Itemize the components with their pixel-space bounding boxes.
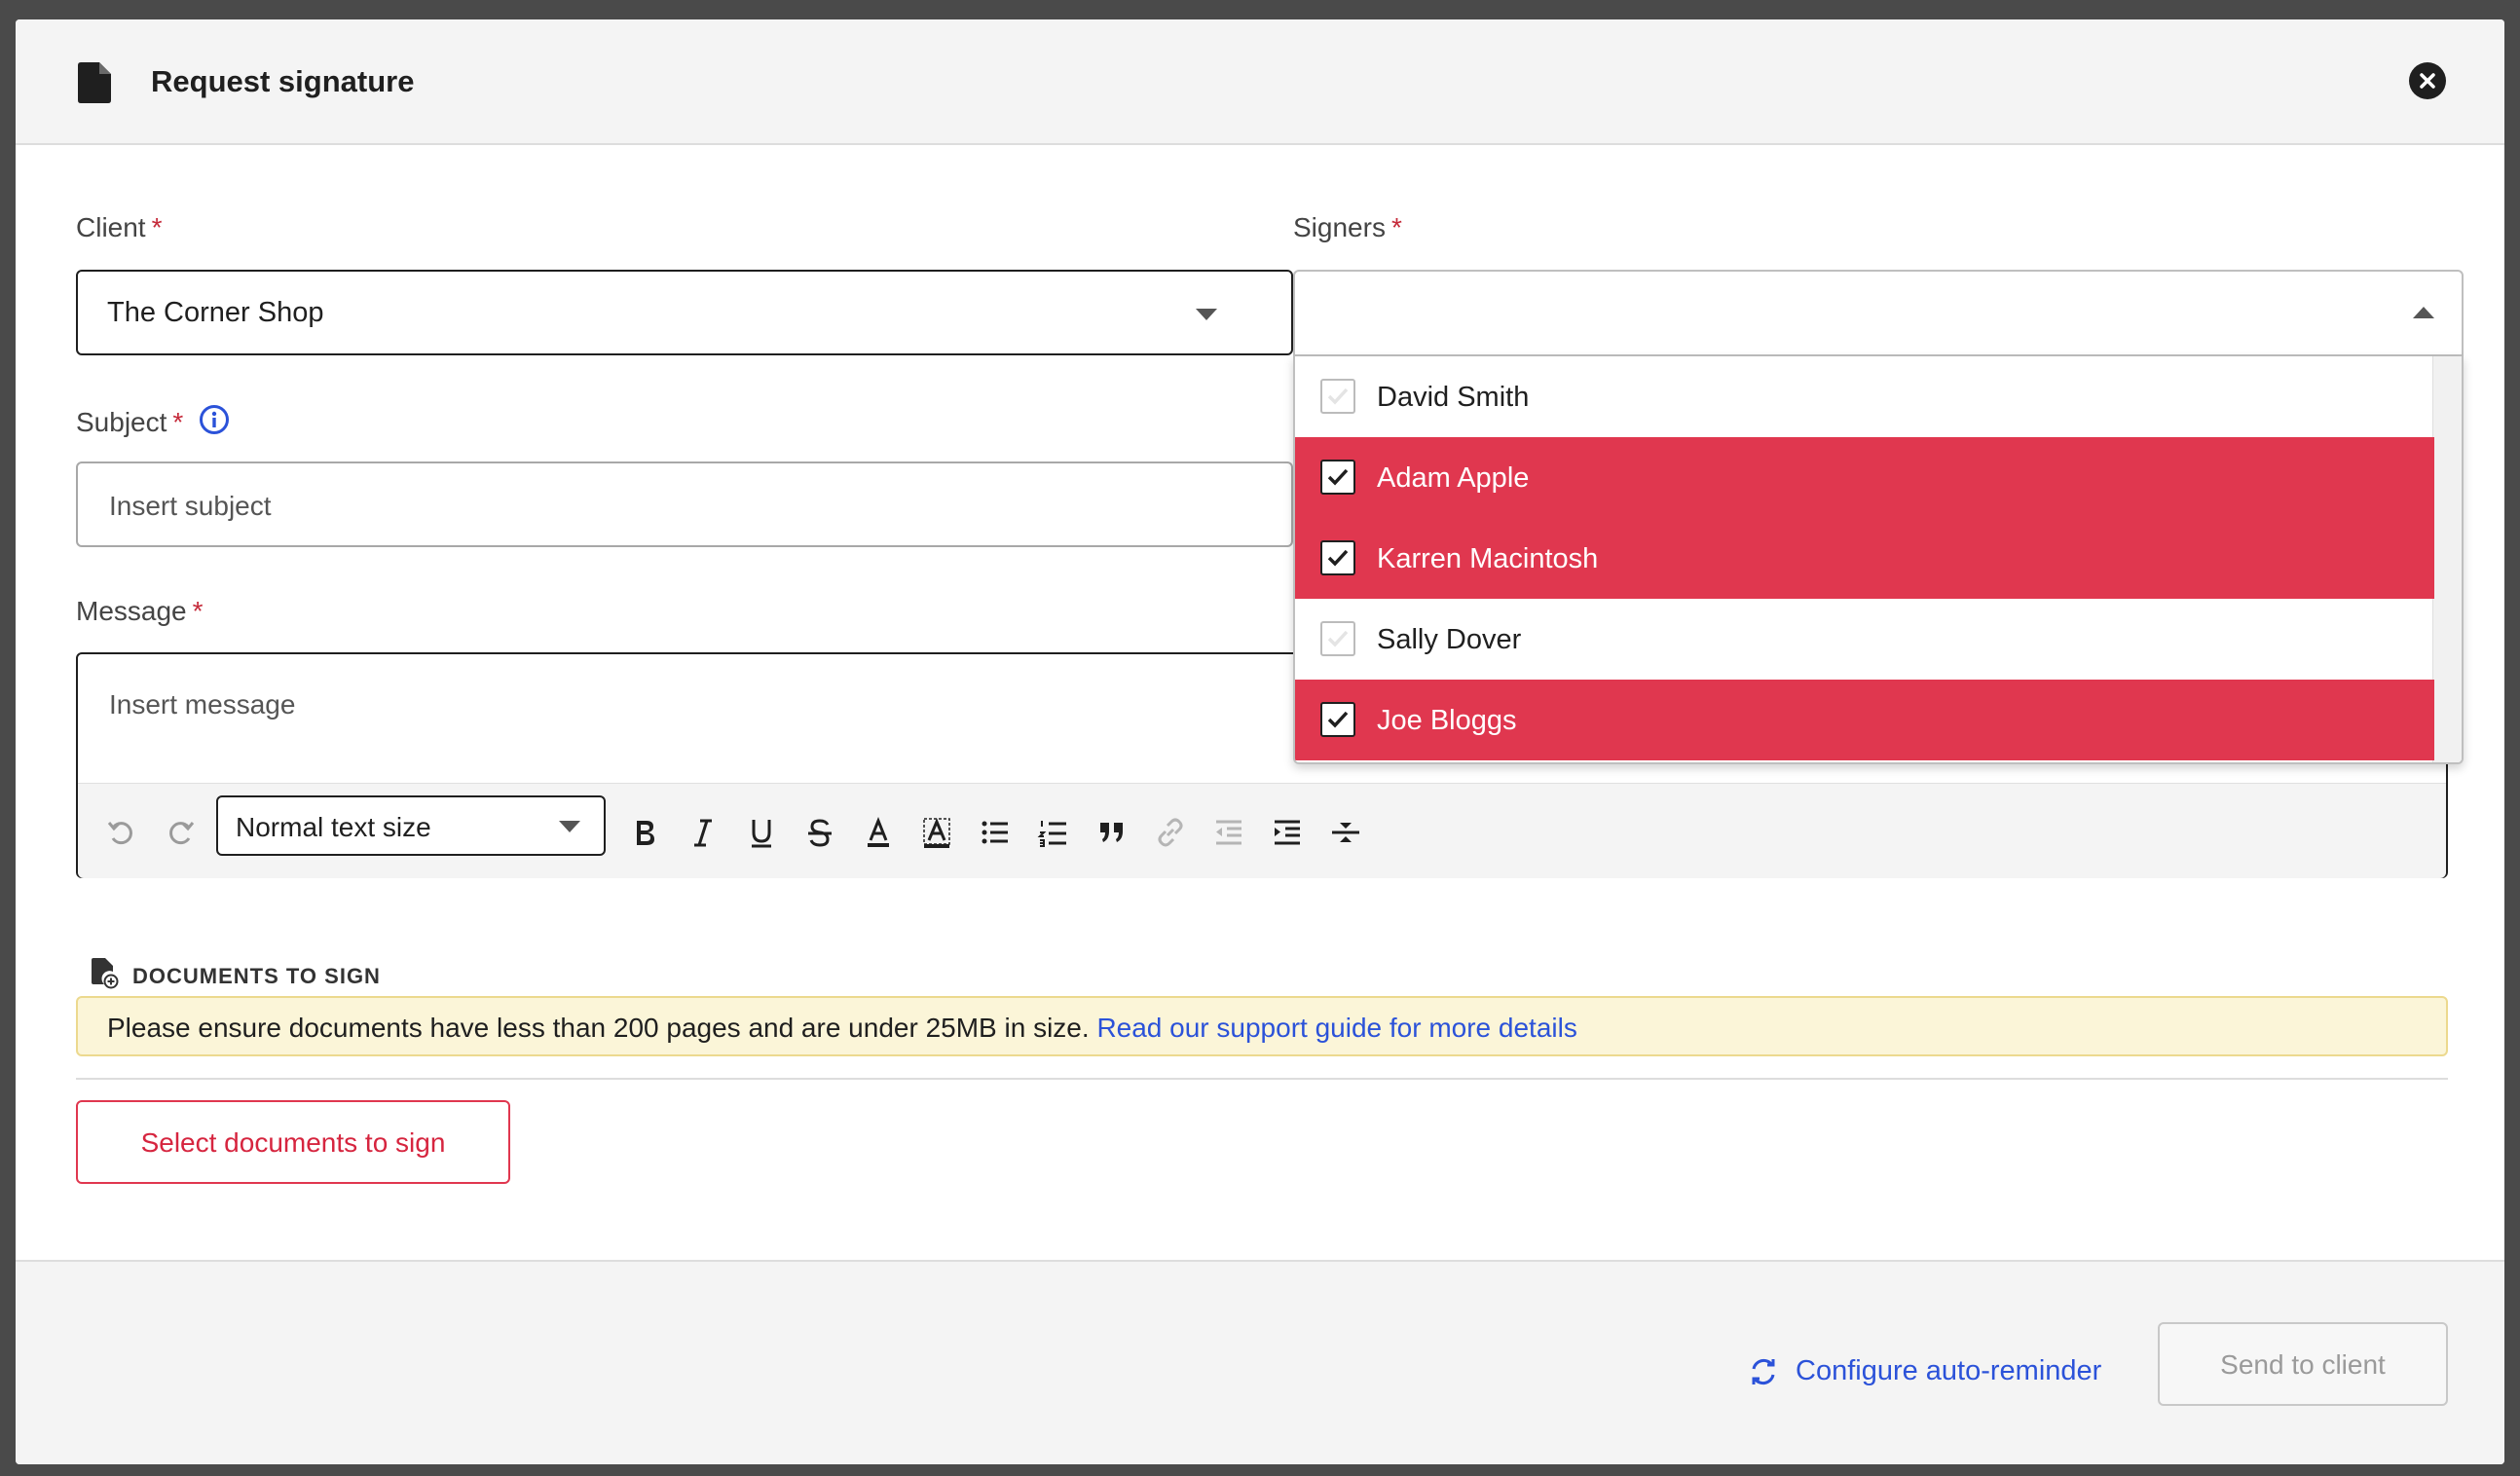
editor-toolbar: Normal text size	[78, 783, 2446, 878]
info-icon[interactable]	[199, 404, 230, 442]
message-label: Message *	[76, 596, 204, 626]
subject-placeholder: Insert subject	[109, 491, 272, 521]
numbered-list-icon[interactable]	[1034, 813, 1073, 852]
italic-icon[interactable]	[684, 813, 723, 852]
signer-option[interactable]: David Smith	[1295, 356, 2434, 437]
horizontal-rule-icon[interactable]	[1326, 813, 1365, 852]
documents-section-title: DOCUMENTS TO SIGN	[132, 964, 381, 988]
quote-icon[interactable]	[1093, 813, 1131, 852]
select-documents-button[interactable]: Select documents to sign	[76, 1100, 510, 1184]
document-icon	[78, 62, 111, 103]
indent-icon[interactable]	[1268, 813, 1307, 852]
required-mark: *	[192, 596, 204, 626]
outdent-icon[interactable]	[1209, 813, 1248, 852]
client-label: Client *	[76, 212, 163, 242]
bullet-list-icon[interactable]	[976, 813, 1015, 852]
configure-auto-reminder-link[interactable]: Configure auto-reminder	[1796, 1355, 2101, 1387]
check-icon	[1327, 630, 1349, 647]
required-mark: *	[151, 212, 163, 242]
bold-icon[interactable]	[625, 813, 664, 852]
client-select[interactable]: The Corner Shop	[76, 270, 1293, 355]
signer-option[interactable]: Karren Macintosh	[1295, 518, 2434, 599]
close-icon	[2420, 73, 2435, 89]
signer-option[interactable]: Sally Dover	[1295, 599, 2434, 680]
required-mark: *	[172, 407, 184, 437]
underline-icon[interactable]	[742, 813, 781, 852]
checkbox-checked[interactable]	[1320, 540, 1355, 575]
check-icon	[1327, 549, 1349, 567]
support-guide-link[interactable]: Read our support guide for more details	[1096, 1013, 1576, 1043]
chevron-down-icon	[559, 821, 580, 832]
text-size-select[interactable]: Normal text size	[216, 795, 606, 856]
strikethrough-icon[interactable]	[800, 813, 839, 852]
send-to-client-button[interactable]: Send to client	[2158, 1322, 2448, 1406]
redo-icon[interactable]	[162, 813, 201, 852]
chevron-down-icon	[1196, 309, 1217, 320]
request-signature-modal: Request signature Client * The Corner Sho…	[16, 19, 2504, 1464]
signer-option[interactable]: Joe Bloggs	[1295, 680, 2434, 760]
modal-footer: Configure auto-reminder Send to client	[16, 1260, 2504, 1464]
signers-select[interactable]	[1293, 270, 2464, 356]
undo-icon[interactable]	[101, 813, 140, 852]
modal-header: Request signature	[16, 19, 2504, 145]
text-color-icon[interactable]	[859, 813, 898, 852]
subject-label: Subject *	[76, 404, 230, 442]
link-icon[interactable]	[1151, 813, 1190, 852]
client-select-value: The Corner Shop	[107, 297, 324, 328]
close-button[interactable]	[2409, 62, 2446, 99]
signer-option-label: David Smith	[1377, 382, 1530, 413]
divider	[76, 1078, 2448, 1080]
required-mark: *	[1390, 212, 1402, 242]
signers-dropdown-list: David Smith Adam Apple Karren Macintosh Sal…	[1293, 356, 2464, 764]
signer-option-label: Karren Macintosh	[1377, 543, 1599, 574]
notice-text: Please ensure documents have less than 2…	[107, 1013, 1090, 1043]
subject-input[interactable]: Insert subject	[76, 461, 1293, 547]
checkbox-unchecked[interactable]	[1320, 621, 1355, 656]
message-placeholder: Insert message	[109, 689, 296, 720]
signer-option[interactable]: Adam Apple	[1295, 437, 2434, 518]
checkbox-checked[interactable]	[1320, 460, 1355, 495]
check-icon	[1327, 711, 1349, 728]
check-icon	[1327, 387, 1349, 405]
checkbox-unchecked[interactable]	[1320, 379, 1355, 414]
refresh-icon	[1747, 1355, 1780, 1393]
modal-title: Request signature	[151, 64, 415, 98]
size-notice: Please ensure documents have less than 2…	[76, 996, 2448, 1056]
checkbox-checked[interactable]	[1320, 702, 1355, 737]
signers-label: Signers *	[1293, 212, 1402, 242]
scrollbar[interactable]	[2432, 356, 2462, 762]
chevron-up-icon	[2413, 307, 2434, 318]
check-icon	[1327, 468, 1349, 486]
signer-option-label: Joe Bloggs	[1377, 705, 1517, 736]
document-add-icon	[92, 958, 119, 994]
highlight-icon[interactable]	[917, 813, 956, 852]
signer-option-label: Sally Dover	[1377, 624, 1522, 655]
signer-option-label: Adam Apple	[1377, 462, 1530, 494]
